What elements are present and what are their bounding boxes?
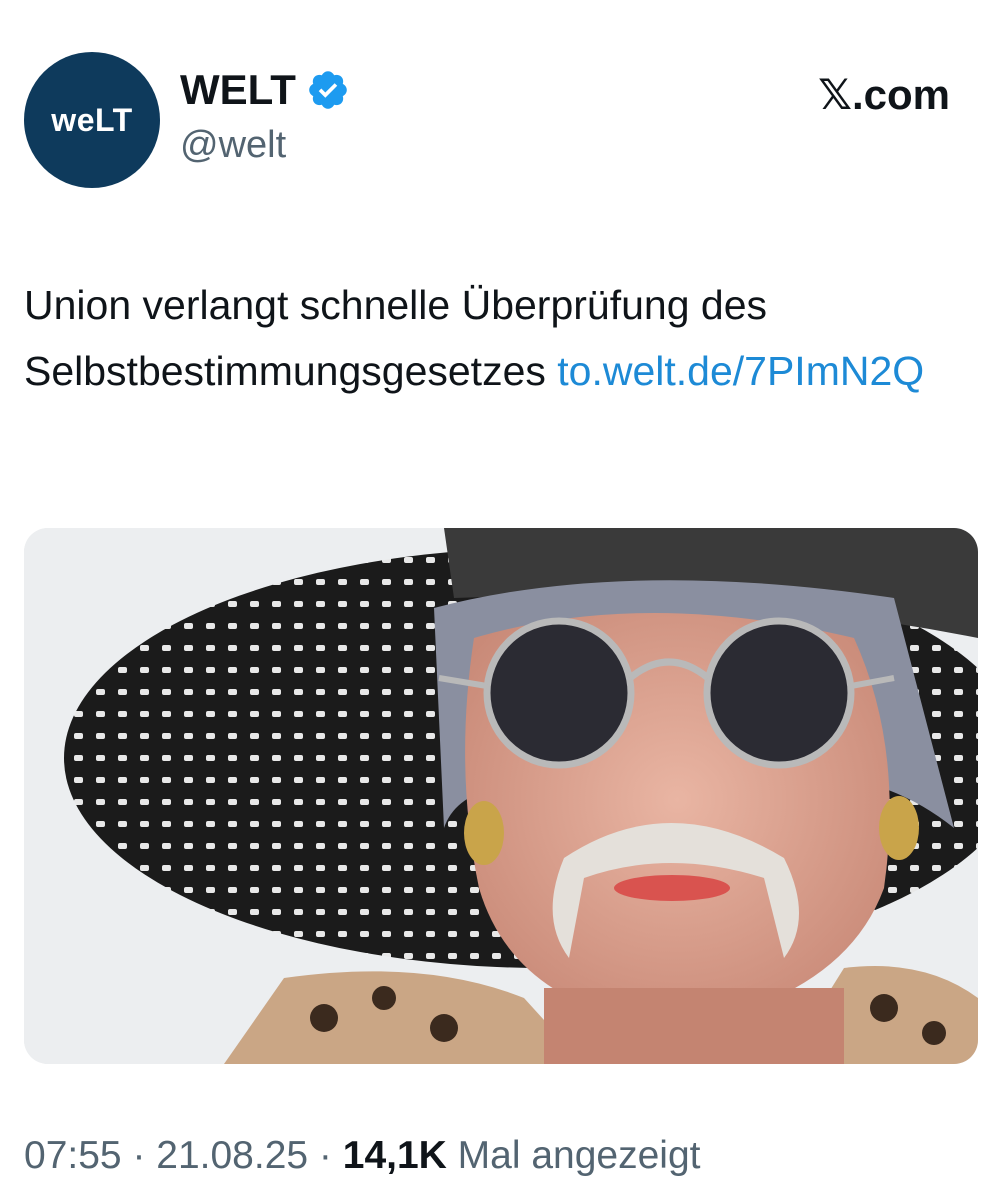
view-count-label: Mal angezeigt — [446, 1134, 701, 1177]
account-name-row: WELT — [180, 68, 350, 112]
tweet-meta: 07:55 · 21.08.25 · 14,1K Mal angezeigt — [24, 1136, 701, 1175]
avatar-logo-text: weLT — [51, 101, 133, 138]
tweet-date[interactable]: 21.08.25 — [156, 1134, 308, 1177]
photo-illustration — [24, 528, 978, 1064]
account-handle[interactable]: @welt — [180, 126, 286, 164]
tweet-text: Union verlangt schnelle Überprüfung des … — [24, 272, 964, 404]
avatar[interactable]: weLT — [24, 52, 160, 188]
meta-separator: · — [121, 1134, 157, 1177]
meta-separator: · — [308, 1134, 343, 1177]
tweet-link[interactable]: to.welt.de/7PImN2Q — [557, 348, 924, 394]
display-name[interactable]: WELT — [180, 69, 296, 111]
tweet-photo[interactable] — [24, 528, 978, 1064]
view-count: 14,1K — [342, 1134, 447, 1177]
verified-badge-icon — [309, 71, 347, 109]
tweet-time[interactable]: 07:55 — [24, 1134, 122, 1177]
site-label: 𝕏.com — [818, 71, 950, 118]
